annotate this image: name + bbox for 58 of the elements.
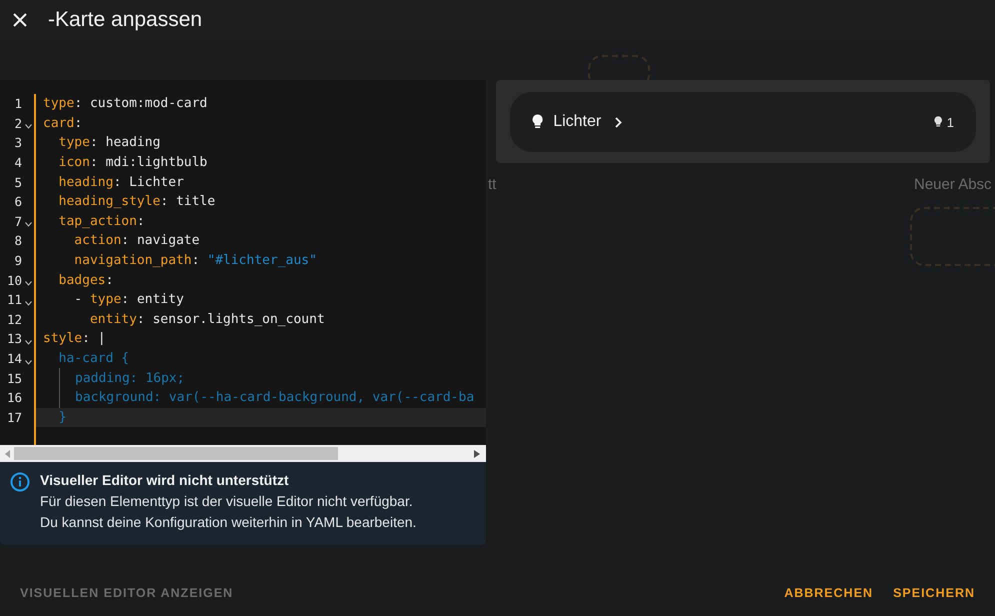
alert-text: Für diesen Elementtyp ist der visuelle Editor nicht verfügbar. [40, 492, 414, 511]
close-icon [13, 13, 27, 27]
fold-icon[interactable] [25, 222, 32, 228]
section-title: tt [488, 176, 496, 193]
entity-badge[interactable]: 1 [934, 114, 954, 130]
line-number: 2 [13, 116, 22, 131]
code-line: navigation_path: "#lichter_aus" [73, 252, 318, 270]
line-number: 5 [13, 174, 22, 190]
fold-icon[interactable] [25, 300, 32, 306]
code-line: action: navigate [73, 232, 201, 250]
code-line: entity: sensor.lights_on_count [88, 310, 326, 329]
code-editor[interactable] [0, 80, 486, 445]
heading-card[interactable]: Lichter 1 [510, 92, 976, 152]
line-number: 11 [6, 292, 22, 308]
section-title: Neuer Absc [914, 176, 992, 193]
code-line: tap_action: [58, 212, 146, 231]
code-line: heading: Lichter [58, 174, 185, 192]
code-line: icon: mdi:lightbulb [58, 154, 208, 172]
code-line: heading_style: title [58, 193, 216, 212]
fold-icon[interactable] [25, 360, 32, 365]
line-number: 10 [6, 272, 22, 288]
lightbulb-icon [532, 114, 544, 130]
line-number: 3 [13, 135, 22, 150]
alert-title: Visueller Editor wird nicht unterstützt [40, 472, 290, 488]
code-line: style: | [42, 330, 107, 348]
line-number: 7 [13, 214, 22, 229]
line-number: 6 [13, 194, 22, 210]
cancel-button[interactable]: ABBRECHEN [774, 580, 884, 606]
scrollbar[interactable] [0, 445, 486, 462]
fold-icon[interactable] [25, 340, 32, 345]
line-number: 1 [13, 96, 22, 112]
chevron-icon [615, 116, 622, 128]
code-line: type: heading [58, 134, 162, 152]
save-button[interactable]: SPEICHERN [883, 580, 985, 606]
line-number: 8 [13, 233, 22, 248]
scroll-right-icon[interactable] [474, 450, 480, 458]
dialog-title: -Karte anpassen [48, 8, 202, 32]
line-number: 16 [6, 390, 22, 406]
code-line: padding: 16px; [36, 368, 486, 388]
line-number: 9 [13, 253, 22, 268]
line-number: 13 [6, 331, 22, 346]
line-number: 4 [13, 155, 22, 170]
code-line: type: custom:mod-card [42, 95, 208, 114]
fold-icon[interactable] [25, 124, 32, 130]
code-line: background: var(--ha-card-background, var(--card-ba [36, 388, 486, 408]
code-line: card: [42, 114, 84, 133]
lightbulb-icon [934, 116, 943, 128]
line-number: 14 [6, 351, 22, 366]
code-line: ha-card { [58, 350, 130, 368]
code-line: - type: entity [73, 291, 185, 310]
card-heading: Lichter [553, 113, 602, 131]
alert-text: Du kannst deine Konfiguration weiterhin in YAML bearbeiten. [40, 513, 416, 532]
info-icon [10, 472, 30, 492]
code-line: badges: [58, 272, 114, 290]
line-number: 12 [6, 312, 22, 327]
line-number: 15 [6, 370, 22, 386]
line-number: 17 [6, 410, 22, 425]
fold-icon[interactable] [25, 281, 32, 286]
